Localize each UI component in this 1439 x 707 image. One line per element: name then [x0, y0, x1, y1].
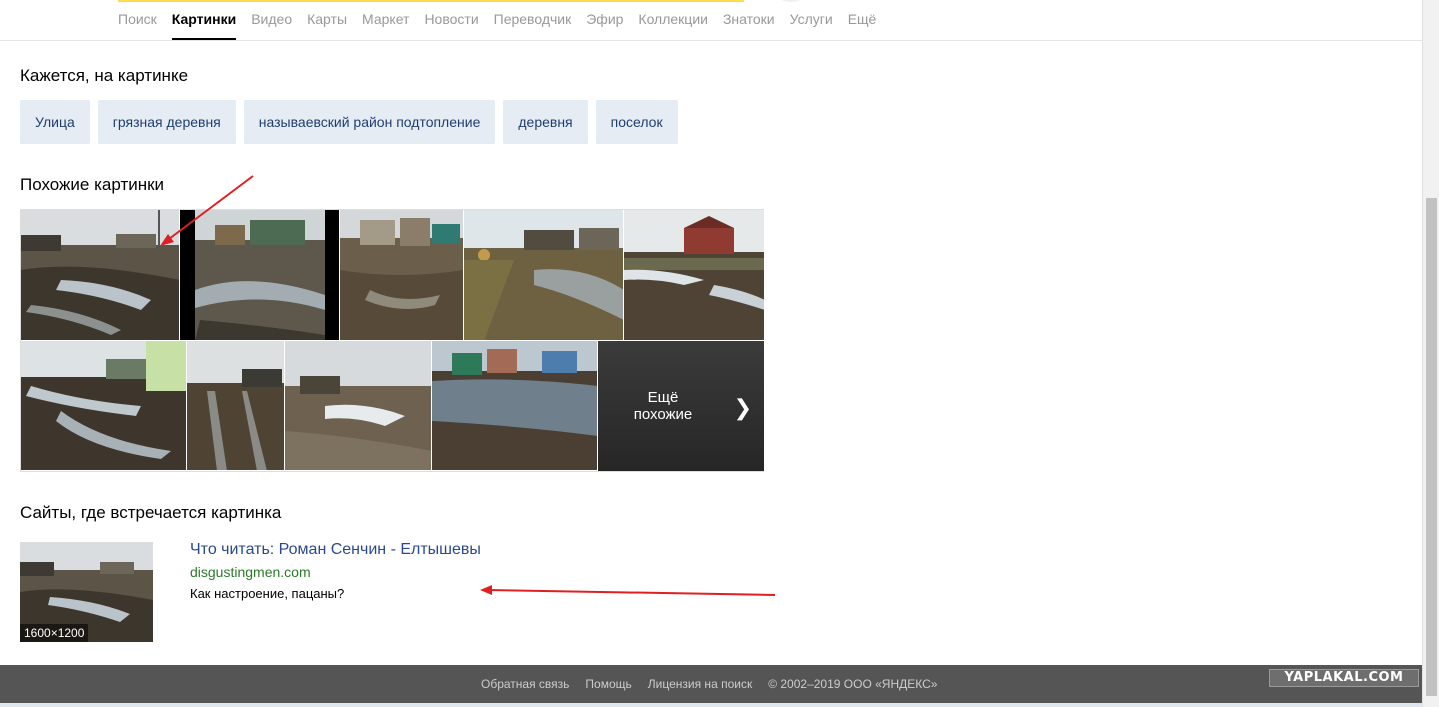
footer-links: Обратная связь Помощь Лицензия на поиск … [481, 677, 953, 691]
nav-item-news[interactable]: Новости [424, 0, 478, 40]
nav-item-collections[interactable]: Коллекции [638, 0, 708, 40]
nav-item-maps[interactable]: Карты [307, 0, 347, 40]
scrollbar-thumb[interactable] [1426, 198, 1437, 696]
result-description: Как настроение, пацаны? [190, 586, 345, 601]
nav-item-translate[interactable]: Переводчик [494, 0, 572, 40]
nav-item-market[interactable]: Маркет [362, 0, 409, 40]
watermark: YAPLAKAL.COM [1269, 669, 1419, 687]
result-thumbnail[interactable]: 1600×1200 [20, 542, 153, 642]
vertical-scrollbar[interactable] [1422, 0, 1439, 707]
similar-image[interactable] [464, 210, 624, 341]
service-nav: Поиск Картинки Видео Карты Маркет Новост… [118, 0, 891, 40]
nav-item-search[interactable]: Поиск [118, 0, 157, 40]
nav-item-video[interactable]: Видео [251, 0, 292, 40]
footer-link-license[interactable]: Лицензия на поиск [648, 677, 752, 691]
tag-chip[interactable]: грязная деревня [97, 100, 236, 144]
top-nav-bar: Поиск Картинки Видео Карты Маркет Новост… [0, 0, 1422, 41]
page: Поиск Картинки Видео Карты Маркет Новост… [0, 0, 1439, 707]
tag-chip[interactable]: деревня [503, 100, 588, 144]
similar-images-grid: Ещё похожие ❯ [20, 209, 765, 472]
tags-heading: Кажется, на картинке [20, 66, 189, 85]
nav-item-efir[interactable]: Эфир [586, 0, 623, 40]
similar-image[interactable] [340, 210, 464, 341]
similar-heading: Похожие картинки [20, 175, 165, 194]
result-domain-link[interactable]: disgustingmen.com [190, 564, 311, 580]
similar-image[interactable] [180, 210, 340, 341]
sites-heading: Сайты, где встречается картинка [20, 503, 282, 522]
chevron-right-icon: ❯ [733, 395, 752, 420]
nav-item-znatoki[interactable]: Знатоки [723, 0, 775, 40]
nav-item-more[interactable]: Ещё [848, 0, 877, 40]
arrow-to-result [480, 585, 776, 596]
similar-image[interactable] [285, 341, 432, 471]
more-similar-button[interactable]: Ещё похожие ❯ [598, 341, 764, 471]
taskbar-edge [0, 703, 1422, 707]
footer-link-feedback[interactable]: Обратная связь [481, 677, 569, 691]
similar-image[interactable] [21, 210, 180, 341]
similar-image[interactable] [432, 341, 598, 471]
tags-list: Улица грязная деревня называевский район… [20, 100, 686, 144]
result-title-link[interactable]: Что читать: Роман Сенчин - Елтышевы [190, 541, 481, 559]
nav-item-images[interactable]: Картинки [171, 0, 237, 40]
tag-chip[interactable]: поселок [595, 100, 678, 144]
similar-image[interactable] [624, 210, 765, 341]
footer-copyright: © 2002–2019 ООО «ЯНДЕКС» [768, 677, 938, 691]
footer-link-help[interactable]: Помощь [585, 677, 631, 691]
similar-image[interactable] [187, 341, 285, 471]
similar-image[interactable] [21, 341, 187, 471]
image-size-badge: 1600×1200 [20, 624, 89, 642]
footer: Обратная связь Помощь Лицензия на поиск … [0, 665, 1422, 703]
tag-chip[interactable]: называевский район подтопление [243, 100, 496, 144]
nav-item-services[interactable]: Услуги [790, 0, 833, 40]
tag-chip[interactable]: Улица [20, 100, 90, 144]
more-similar-label: Ещё похожие [633, 389, 693, 423]
